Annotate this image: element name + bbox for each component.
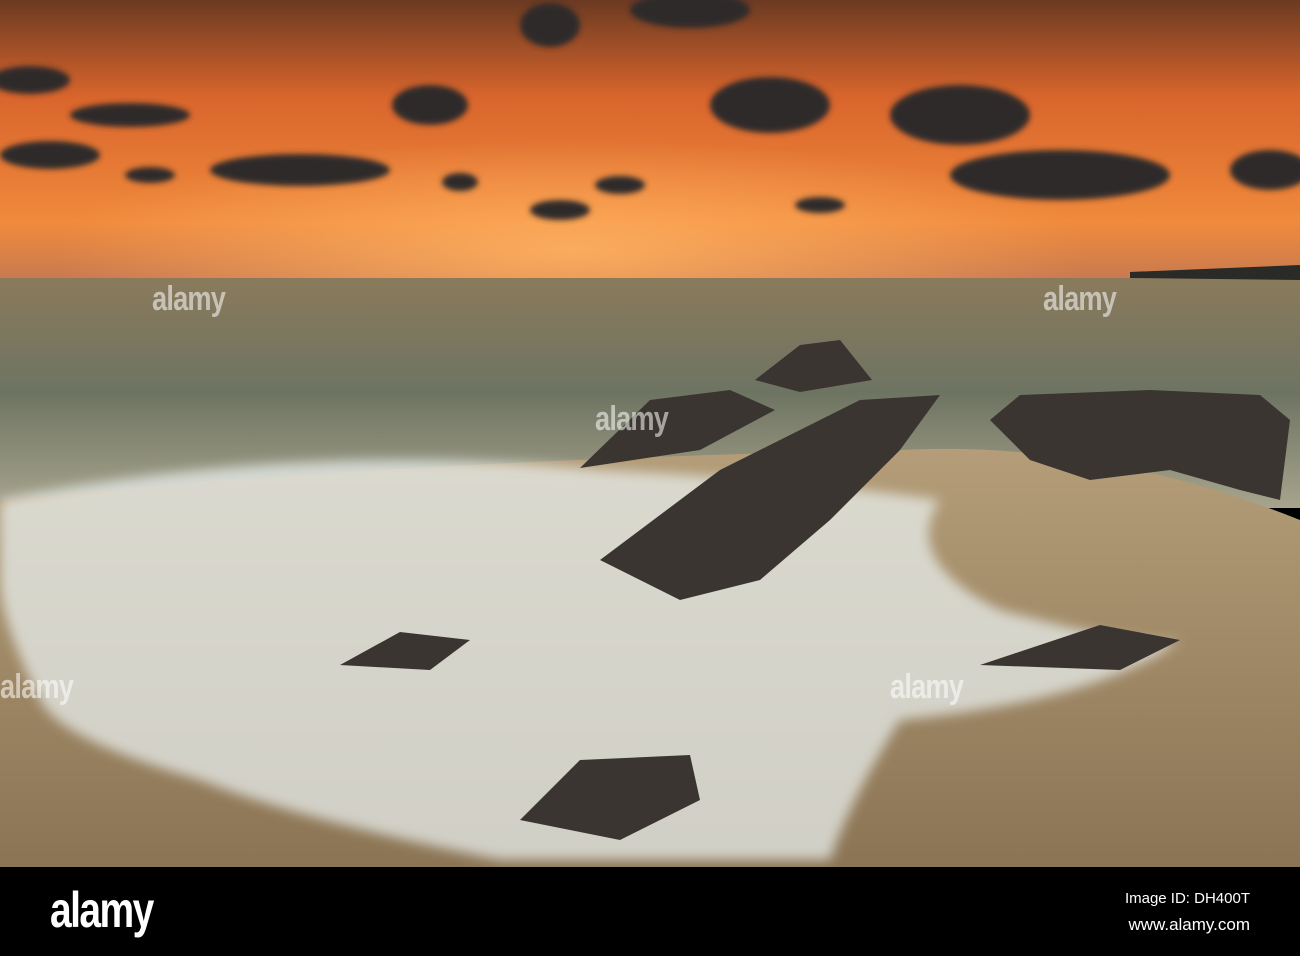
watermark: alamy	[1043, 280, 1117, 318]
watermark: alamy	[595, 400, 669, 438]
watermark: alamy	[890, 668, 964, 706]
footer-bar: alamy Image ID: DH400T www.alamy.com	[0, 867, 1300, 956]
image-id: Image ID: DH400T	[1124, 890, 1250, 907]
alamy-logo: alamy	[50, 882, 154, 938]
watermark: alamy	[152, 280, 226, 318]
watermark: alamy	[0, 668, 74, 706]
website-link: www.alamy.com	[1128, 915, 1250, 934]
